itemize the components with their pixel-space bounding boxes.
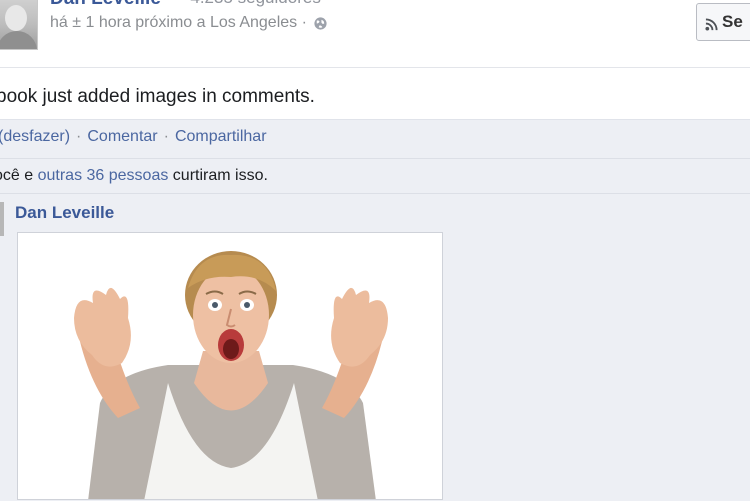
likes-prefix: ocê e <box>0 167 34 184</box>
share-link[interactable]: Compartilhar <box>175 128 267 145</box>
post-header: Dan Leveille · 4.235 seguidores há ± 1 h… <box>0 0 750 62</box>
comment-link[interactable]: Comentar <box>87 128 157 145</box>
comment-author-link[interactable]: Dan Leveille <box>15 203 114 223</box>
surprised-woman-photo-icon <box>18 233 442 499</box>
author-avatar[interactable] <box>0 0 38 50</box>
likes-bar: ocê e outras 36 pessoas curtiram isso. <box>0 158 750 193</box>
undo-link[interactable]: (desfazer) <box>0 128 70 145</box>
rss-icon <box>705 16 718 31</box>
likes-suffix: curtiram isso. <box>172 167 268 184</box>
post-meta: há ± 1 hora próximo a Los Angeles · <box>50 14 328 32</box>
post-meta-text[interactable]: há ± 1 hora próximo a Los Angeles · <box>50 14 307 32</box>
avatar-shoulders <box>0 31 37 49</box>
comment-image[interactable] <box>17 232 443 500</box>
likes-others-link[interactable]: outras 36 pessoas <box>38 167 169 184</box>
subscribe-button[interactable]: Se <box>696 3 750 41</box>
action-separator: · <box>76 128 82 145</box>
post-actions-bar: (desfazer) · Comentar · Compartilhar <box>0 119 750 158</box>
followers-count: · 4.235 seguidores <box>180 0 321 8</box>
post-actions: (desfazer) · Comentar · Compartilhar <box>0 128 267 146</box>
subscribe-label: Se <box>722 12 743 31</box>
avatar-head <box>5 5 27 31</box>
comment-author-avatar[interactable] <box>0 202 4 236</box>
header-divider <box>0 67 750 68</box>
author-name-link[interactable]: Dan Leveille <box>50 0 161 10</box>
likes-summary: ocê e outras 36 pessoas curtiram isso. <box>0 167 268 185</box>
action-separator: · <box>163 128 169 145</box>
globe-icon[interactable] <box>313 16 328 31</box>
post-text: book just added images in comments. <box>0 86 315 107</box>
